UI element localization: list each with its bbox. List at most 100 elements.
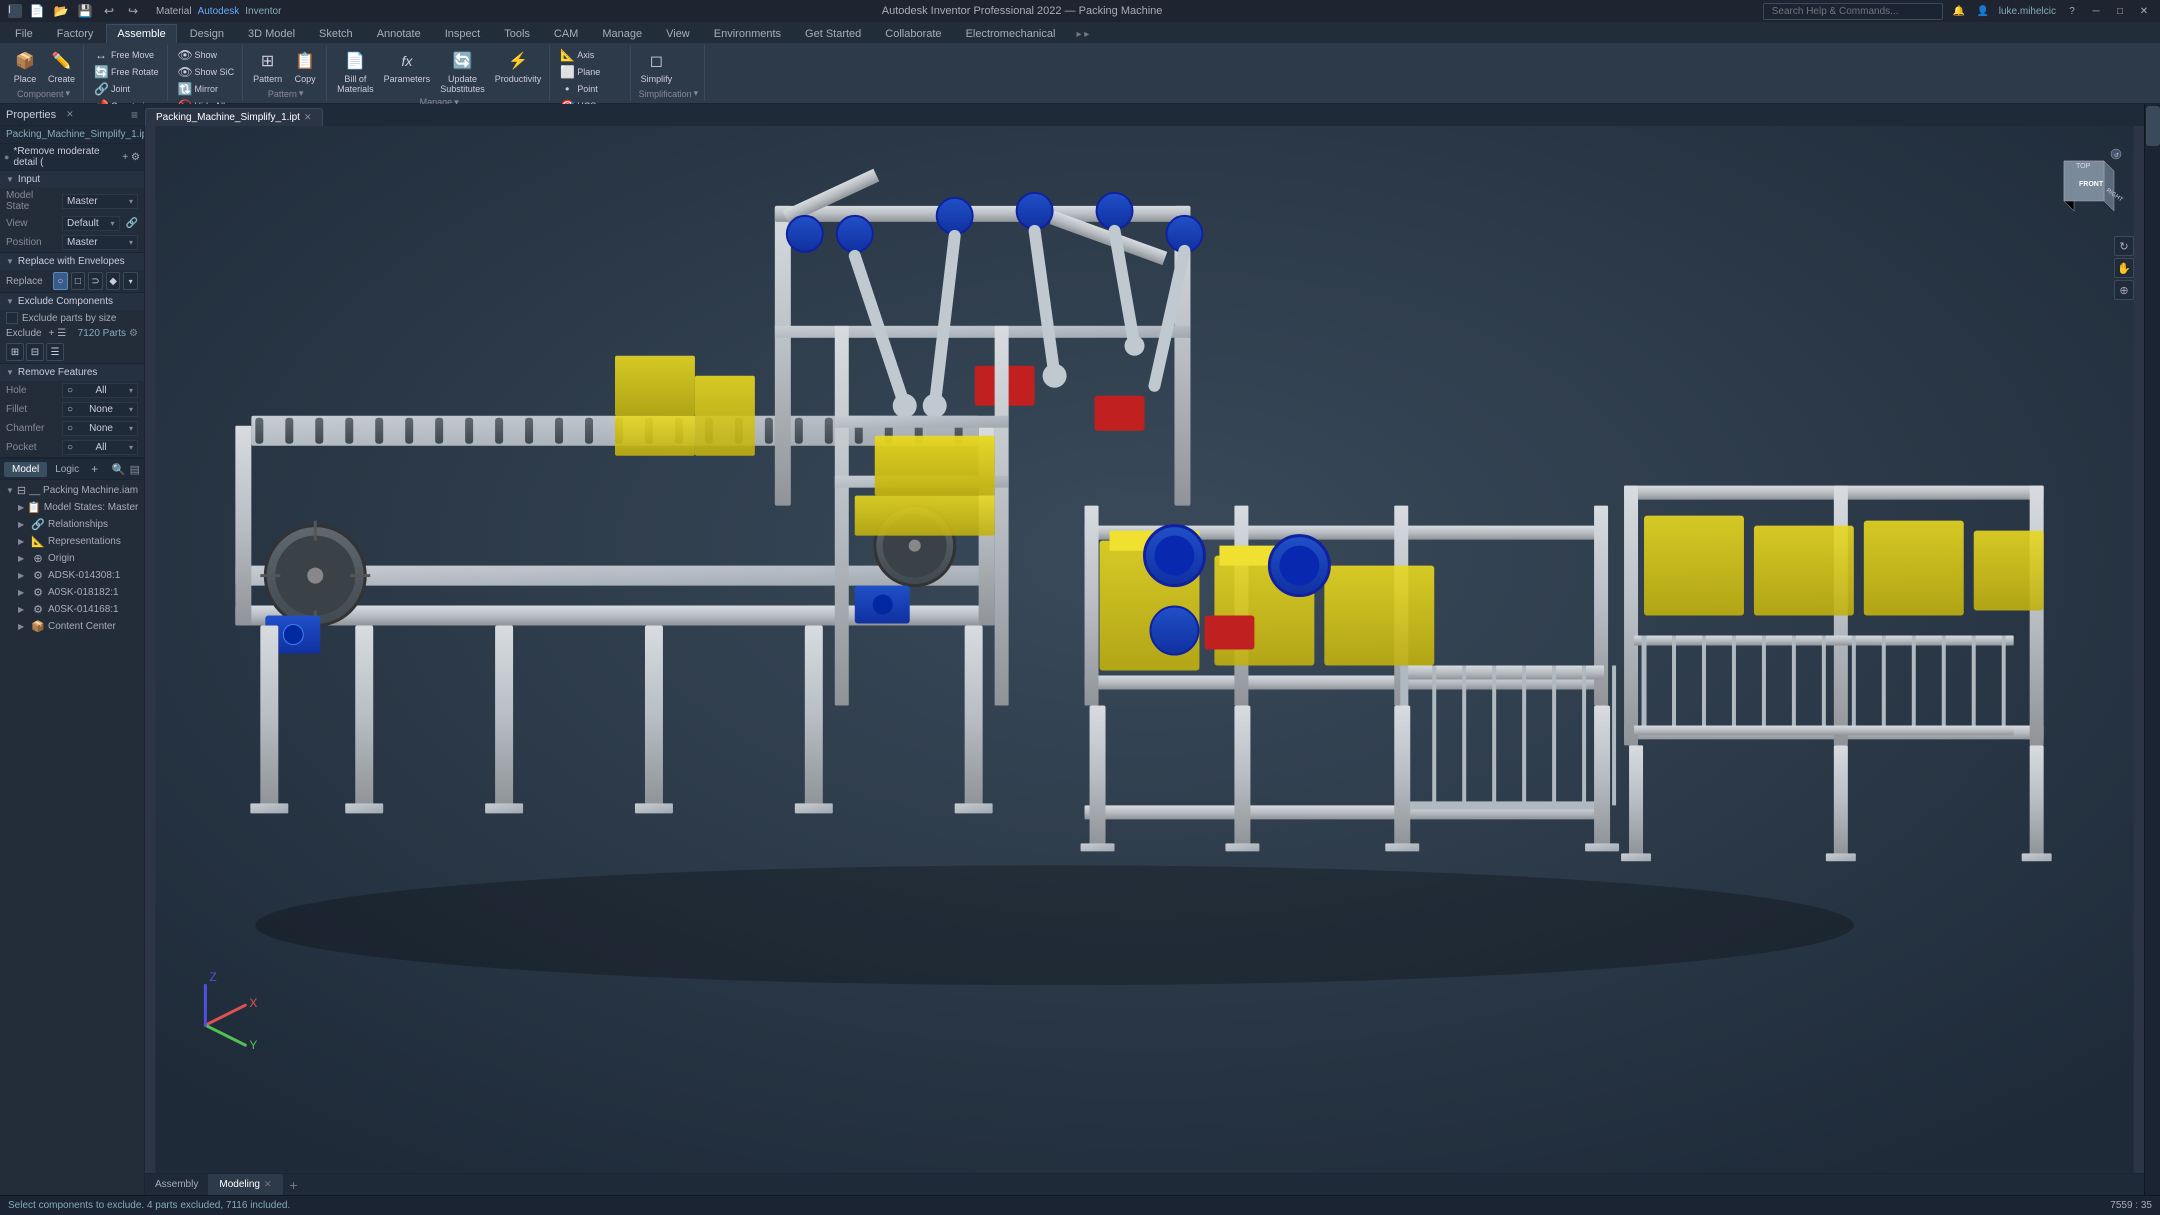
- qa-undo-btn[interactable]: ↩: [100, 2, 118, 20]
- scrollbar-thumb[interactable]: [2146, 106, 2160, 146]
- help-icon[interactable]: ?: [2064, 3, 2080, 19]
- tab-environments[interactable]: Environments: [703, 24, 792, 43]
- view-value[interactable]: Default ▾: [62, 216, 120, 231]
- mirror-btn[interactable]: 🔃 Mirror: [174, 81, 239, 97]
- position-value[interactable]: Master ▾: [62, 235, 138, 250]
- nav-rotate-btn[interactable]: ↻: [2114, 236, 2134, 256]
- update-substitutes-btn[interactable]: 🔄 UpdateSubstitutes: [436, 47, 489, 97]
- search-input[interactable]: [1763, 3, 1943, 20]
- tab-collaborate[interactable]: Collaborate: [874, 24, 952, 43]
- create-btn[interactable]: ✏️ Create: [44, 47, 79, 87]
- tab-logic[interactable]: Logic: [47, 462, 87, 477]
- constraint-settings-btn[interactable]: ⚙: [131, 152, 140, 163]
- pattern-btn[interactable]: ⊞ Pattern: [249, 47, 286, 87]
- tab-sketch[interactable]: Sketch: [308, 24, 364, 43]
- exclude-parts-checkbox[interactable]: [6, 312, 18, 324]
- maximize-btn[interactable]: □: [2112, 3, 2128, 19]
- exclude-list-icon[interactable]: ☰: [57, 328, 66, 339]
- minimize-btn[interactable]: ─: [2088, 3, 2104, 19]
- qa-open-btn[interactable]: 📂: [52, 2, 70, 20]
- replace-custom-btn[interactable]: ◆: [106, 272, 121, 290]
- right-scrollbar[interactable]: [2144, 104, 2160, 1195]
- tab-view[interactable]: View: [655, 24, 701, 43]
- tab-electromechanical[interactable]: Electromechanical: [955, 24, 1067, 43]
- view-link-btn[interactable]: 🔗: [126, 218, 138, 229]
- exc-btn-1[interactable]: ⊞: [6, 343, 24, 361]
- tab-annotate[interactable]: Annotate: [366, 24, 432, 43]
- tree-item-adsk3[interactable]: ▶ ⚙ A0SK-014168:1: [0, 601, 144, 618]
- axis-btn[interactable]: 📐 Axis: [556, 47, 604, 63]
- tab-cam[interactable]: CAM: [543, 24, 589, 43]
- chamfer-value[interactable]: ○ None ▾: [62, 421, 138, 436]
- exc-btn-3[interactable]: ☰: [46, 343, 64, 361]
- bot-tab-modeling-close[interactable]: ✕: [264, 1179, 272, 1190]
- parameters-btn[interactable]: fx Parameters: [380, 47, 435, 87]
- tab-3dmodel[interactable]: 3D Model: [237, 24, 306, 43]
- tab-design[interactable]: Design: [179, 24, 235, 43]
- hole-value[interactable]: ○ All ▾: [62, 383, 138, 398]
- component-dropdown[interactable]: Component ▾: [8, 88, 79, 99]
- pattern-dropdown[interactable]: Pattern ▾: [249, 88, 322, 99]
- constraint-add-btn[interactable]: +: [122, 152, 128, 163]
- tab-model[interactable]: Model: [4, 462, 47, 477]
- tree-item-adsk2[interactable]: ▶ ⚙ A0SK-018182:1: [0, 584, 144, 601]
- exclude-count-settings[interactable]: ⚙: [129, 328, 138, 339]
- bill-materials-btn[interactable]: 📄 Bill ofMaterials: [333, 47, 378, 97]
- bot-add-tab-btn[interactable]: +: [283, 1174, 305, 1196]
- more-tabs-btn[interactable]: ▸ ▸: [1072, 26, 1093, 43]
- viewcube[interactable]: FRONT TOP RIGHT ↺: [2044, 146, 2124, 226]
- exclude-components-header[interactable]: ▼ Exclude Components: [0, 293, 144, 310]
- qa-new-btn[interactable]: 📄: [28, 2, 46, 20]
- tab-inspect[interactable]: Inspect: [434, 24, 491, 43]
- place-btn[interactable]: 📦 Place: [8, 47, 42, 87]
- point-btn[interactable]: • Point: [556, 81, 604, 97]
- remove-features-header[interactable]: ▼ Remove Features: [0, 364, 144, 381]
- notifications-icon[interactable]: 🔔: [1951, 3, 1967, 19]
- model-state-value[interactable]: Master ▾: [62, 194, 138, 209]
- close-btn[interactable]: ✕: [2136, 3, 2152, 19]
- vp-tab-close-btn[interactable]: ✕: [304, 112, 312, 123]
- bot-tab-modeling[interactable]: Modeling ✕: [209, 1174, 282, 1195]
- show-btn[interactable]: 👁 Show: [174, 47, 239, 63]
- qa-save-btn[interactable]: 💾: [76, 2, 94, 20]
- tree-search-icon[interactable]: 🔍: [112, 463, 126, 476]
- tree-item-assembly[interactable]: ▼ ⊟ __ Packing Machine.iam: [0, 482, 144, 499]
- joint-btn[interactable]: 🔗 Joint: [90, 81, 163, 97]
- bot-tab-assembly[interactable]: Assembly: [145, 1174, 209, 1195]
- tab-tools[interactable]: Tools: [493, 24, 541, 43]
- tab-getstarted[interactable]: Get Started: [794, 24, 872, 43]
- replace-box-btn[interactable]: □: [71, 272, 86, 290]
- qa-redo-btn[interactable]: ↪: [124, 2, 142, 20]
- viewport-3d[interactable]: X Y Z: [145, 126, 2144, 1195]
- props-file[interactable]: Packing_Machine_Simplify_1.ipt: [0, 126, 144, 144]
- input-section-header[interactable]: ▼ Input: [0, 171, 144, 188]
- vp-tab-main[interactable]: Packing_Machine_Simplify_1.ipt ✕: [145, 108, 323, 126]
- replace-none-btn[interactable]: ▾: [123, 272, 138, 290]
- tab-file[interactable]: File: [4, 24, 44, 43]
- productivity-btn[interactable]: ⚡ Productivity: [491, 47, 546, 87]
- tab-factory[interactable]: Factory: [46, 24, 105, 43]
- tab-assemble[interactable]: Assemble: [106, 24, 176, 43]
- tree-filter-icon[interactable]: ▤: [130, 463, 140, 476]
- tree-item-representations[interactable]: ▶ 📐 Representations: [0, 533, 144, 550]
- tab-manage[interactable]: Manage: [591, 24, 653, 43]
- exc-btn-2[interactable]: ⊟: [26, 343, 44, 361]
- tree-add-btn[interactable]: +: [91, 462, 98, 476]
- simplify-btn[interactable]: ◻ Simplify: [637, 47, 677, 87]
- copy-btn[interactable]: 📋 Copy: [288, 47, 322, 87]
- nav-pan-btn[interactable]: ✋: [2114, 258, 2134, 278]
- tree-item-model-states[interactable]: ▶ 📋 Model States: Master: [0, 499, 144, 516]
- replace-envelopes-header[interactable]: ▼ Replace with Envelopes: [0, 253, 144, 270]
- tree-item-relationships[interactable]: ▶ 🔗 Relationships: [0, 516, 144, 533]
- free-move-btn[interactable]: ↔ Free Move: [90, 47, 163, 63]
- tree-item-adsk1[interactable]: ▶ ⚙ ADSK-014308:1: [0, 567, 144, 584]
- nav-zoom-btn[interactable]: ⊕: [2114, 280, 2134, 300]
- simplification-dropdown[interactable]: Simplification ▾: [637, 88, 701, 99]
- replace-cylinder-btn[interactable]: ⊃: [88, 272, 103, 290]
- tree-item-origin[interactable]: ▶ ⊕ Origin: [0, 550, 144, 567]
- fillet-value[interactable]: ○ None ▾: [62, 402, 138, 417]
- user-icon[interactable]: 👤: [1975, 3, 1991, 19]
- tree-item-content-center[interactable]: ▶ 📦 Content Center: [0, 618, 144, 635]
- show-sic-btn[interactable]: 👁 Show SiC: [174, 64, 239, 80]
- pocket-value[interactable]: ○ All ▾: [62, 440, 138, 455]
